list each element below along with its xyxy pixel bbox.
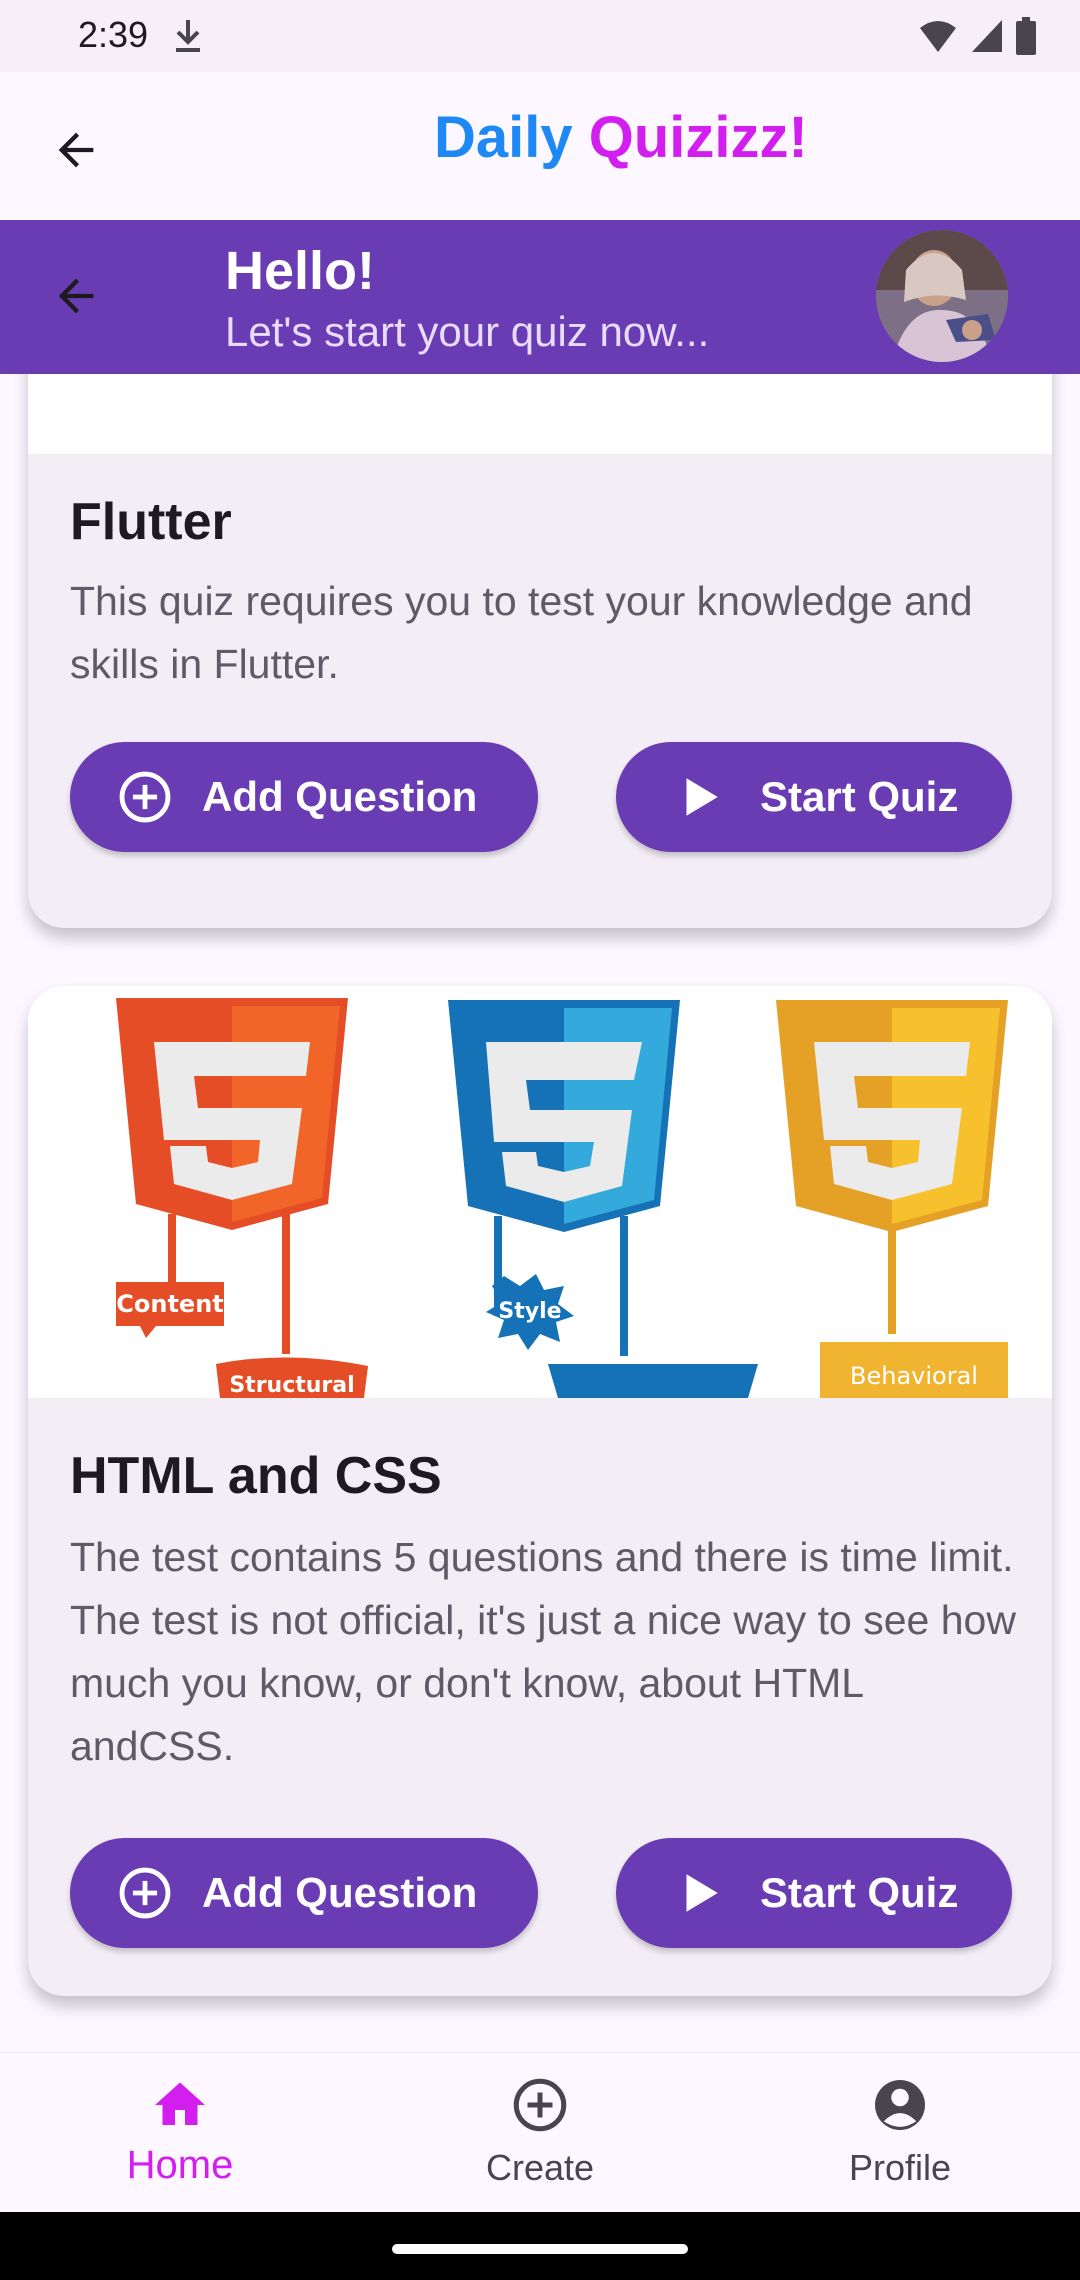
banner-back-button[interactable] [40, 260, 112, 332]
app-title-part1: Daily [434, 105, 573, 170]
tag-style: Style [498, 1299, 561, 1324]
start-quiz-button[interactable]: Start Quiz [616, 742, 1012, 852]
signal-icon [972, 20, 1002, 52]
start-quiz-button[interactable]: Start Quiz [616, 1838, 1012, 1948]
avatar[interactable] [876, 230, 1008, 362]
play-icon [686, 778, 718, 816]
add-circle-icon [513, 2078, 567, 2132]
quiz-title: HTML and CSS [70, 1447, 442, 1505]
quiz-image: Content Structural Style Behavioral [28, 986, 1052, 1398]
battery-icon [1016, 17, 1036, 55]
quiz-list[interactable]: Flutter This quiz requires you to test y… [0, 374, 1080, 2052]
quiz-card: Flutter This quiz requires you to test y… [28, 374, 1052, 928]
bottom-nav: Home Create Profile [0, 2052, 1080, 2212]
start-quiz-label: Start Quiz [760, 773, 959, 820]
add-circle-icon [119, 1867, 171, 1919]
tag-structural: Structural [229, 1373, 354, 1398]
quiz-description: The test contains 5 questions and there … [70, 1534, 1016, 1769]
account-circle-icon [875, 2080, 925, 2130]
tag-behavioral: Behavioral [850, 1362, 978, 1390]
nav-create-label: Create [485, 2147, 595, 2188]
status-bar: 2:39 [0, 0, 1080, 72]
greeting-subtitle: Let's start your quiz now... [225, 308, 710, 355]
app-bar: Daily Quizizz! [0, 72, 1080, 220]
nav-home[interactable]: Home [0, 2053, 360, 2213]
tag-content: Content [116, 1290, 224, 1318]
html-css-js-illustration: Content Structural Style Behavioral [28, 986, 1052, 1398]
greeting-title: Hello! [225, 241, 376, 301]
greeting-banner: Hello! Let's start your quiz now... [0, 220, 1080, 374]
start-quiz-label: Start Quiz [760, 1869, 959, 1916]
nav-home-label: Home [126, 2143, 234, 2187]
arrow-back-icon [58, 278, 94, 314]
avatar-photo [876, 230, 1008, 362]
gesture-bar [0, 2212, 1080, 2280]
nav-create[interactable]: Create [360, 2053, 720, 2213]
status-time: 2:39 [78, 14, 149, 55]
home-gesture-handle[interactable] [392, 2244, 688, 2254]
add-circle-icon [119, 771, 171, 823]
play-icon [686, 1874, 718, 1912]
screen: 2:39 Daily Quizizz! Hello! Let's start y… [0, 0, 1080, 2280]
quiz-title: Flutter [70, 493, 232, 551]
add-question-button[interactable]: Add Question [70, 742, 538, 852]
arrow-back-icon [58, 132, 94, 168]
add-question-label: Add Question [202, 1869, 478, 1916]
quiz-card: Content Structural Style Behavioral HTML… [28, 986, 1052, 1996]
home-icon [155, 2082, 205, 2125]
quiz-description: This quiz requires you to test your know… [70, 578, 973, 687]
nav-profile[interactable]: Profile [720, 2053, 1080, 2213]
download-icon [176, 20, 200, 52]
app-title-part2: Quizizz! [588, 105, 808, 170]
add-question-label: Add Question [202, 773, 478, 820]
status-icons [918, 16, 1036, 56]
app-title: Daily Quizizz! [434, 104, 808, 171]
back-button[interactable] [40, 114, 112, 186]
quiz-image [28, 374, 1052, 454]
wifi-icon [920, 21, 956, 52]
add-question-button[interactable]: Add Question [70, 1838, 538, 1948]
nav-profile-label: Profile [848, 2147, 952, 2188]
